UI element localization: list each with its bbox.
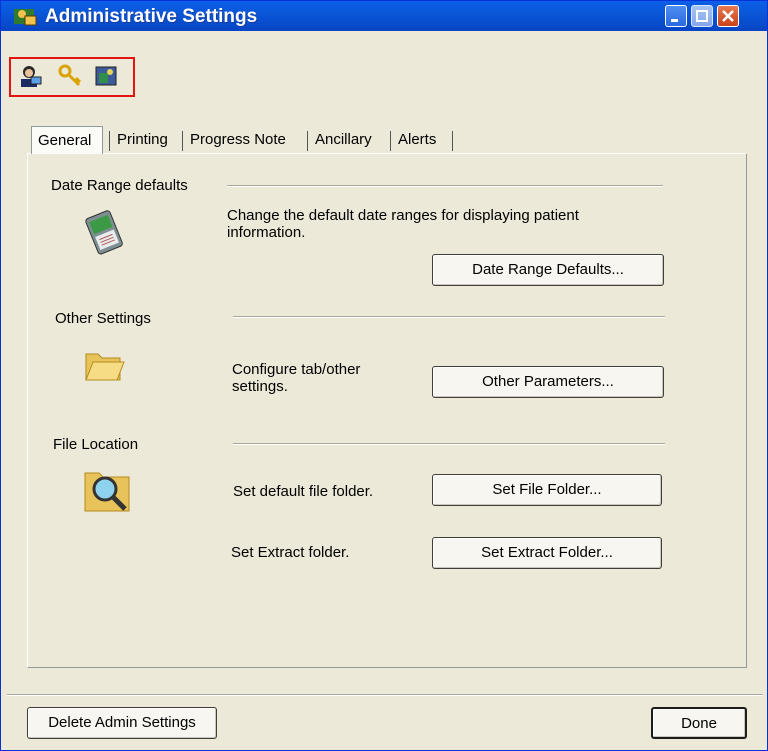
maximize-icon <box>696 10 708 22</box>
extract-folder-description: Set Extract folder. <box>231 544 350 561</box>
tab-general-label: General <box>38 132 92 149</box>
tab-ancillary[interactable]: Ancillary <box>309 126 378 154</box>
user-admin-icon[interactable] <box>17 63 43 89</box>
tab-printing[interactable]: Printing <box>111 126 174 154</box>
key-icon[interactable] <box>57 63 83 89</box>
tab-separator <box>109 131 110 151</box>
set-extract-folder-button[interactable]: Set Extract Folder... <box>432 537 662 569</box>
title-bar[interactable]: Administrative Settings <box>1 1 767 31</box>
section-divider <box>227 185 663 187</box>
other-settings-description: Configure tab/other settings. <box>232 361 361 395</box>
done-button[interactable]: Done <box>651 707 747 739</box>
tab-general[interactable]: General <box>31 126 103 154</box>
minimize-button[interactable] <box>665 5 687 27</box>
tab-printing-label: Printing <box>117 131 168 148</box>
maximize-button[interactable] <box>691 5 713 27</box>
tab-progress-note-label: Progress Note <box>190 131 286 148</box>
tab-separator <box>452 131 453 151</box>
close-icon <box>722 10 734 22</box>
footer-divider <box>7 694 763 696</box>
admin-settings-window: Administrative Settings General Printing… <box>0 0 768 751</box>
other-settings-section-label: Other Settings <box>55 310 151 327</box>
settings-image-icon[interactable] <box>93 63 119 89</box>
section-divider <box>233 443 665 445</box>
tab-progress-note[interactable]: Progress Note <box>184 126 292 154</box>
window-title: Administrative Settings <box>45 6 258 27</box>
tab-ancillary-label: Ancillary <box>315 131 372 148</box>
file-folder-description: Set default file folder. <box>233 483 374 500</box>
tab-separator <box>307 131 308 151</box>
minimize-icon <box>671 19 678 22</box>
close-button[interactable] <box>717 5 739 27</box>
file-location-section-label: File Location <box>53 436 139 453</box>
tab-separator <box>182 131 183 151</box>
set-file-folder-button[interactable]: Set File Folder... <box>432 474 662 506</box>
folder-search-icon <box>84 472 130 512</box>
tab-alerts-label: Alerts <box>398 131 437 148</box>
other-parameters-button[interactable]: Other Parameters... <box>432 366 664 398</box>
calendar-device-icon <box>85 210 123 255</box>
date-range-section-label: Date Range defaults <box>51 177 188 194</box>
date-range-description: Change the default date ranges for displ… <box>227 207 579 241</box>
date-range-defaults-button[interactable]: Date Range Defaults... <box>432 254 664 286</box>
delete-admin-settings-button[interactable]: Delete Admin Settings <box>27 707 217 739</box>
app-icon <box>14 9 37 26</box>
section-divider <box>233 316 665 318</box>
tab-alerts[interactable]: Alerts <box>392 126 442 154</box>
folder-icon <box>85 353 125 381</box>
tab-separator <box>390 131 391 151</box>
